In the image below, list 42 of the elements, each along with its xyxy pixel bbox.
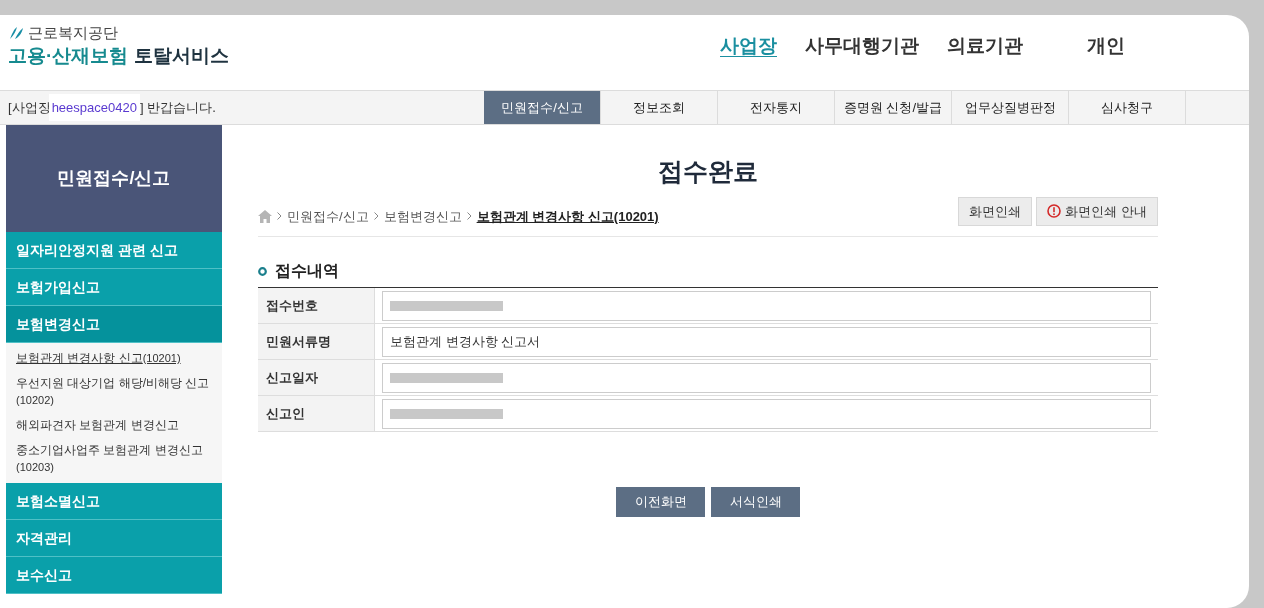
action-button[interactable]: 서식인쇄 bbox=[711, 487, 800, 517]
sidebar-subitem[interactable]: 우선지원 대상기업 해당/비해당 신고 (10202) bbox=[6, 371, 222, 413]
field-label: 신고일자 bbox=[258, 360, 375, 395]
logo-icon bbox=[8, 25, 24, 40]
print-button[interactable]: 화면인쇄 bbox=[958, 196, 1033, 226]
page-title: 접수완료 bbox=[658, 156, 758, 187]
breadcrumb-link[interactable]: 민원접수/신고 bbox=[287, 206, 369, 226]
sidebar-subitem[interactable]: 해외파견자 보험관계 변경신고 bbox=[6, 413, 222, 438]
home-icon bbox=[258, 209, 272, 223]
menu-tab[interactable]: 민원접수/신고 bbox=[484, 91, 601, 124]
menu-tab[interactable]: 업무상질병판정 bbox=[952, 91, 1069, 124]
top-nav-link[interactable]: 사업장 bbox=[720, 32, 777, 61]
top-nav-link[interactable]: 사무대행기관 bbox=[805, 32, 919, 61]
service-name: 고용·산재보험 토탈서비스 bbox=[8, 46, 230, 65]
user-id: heespace0420 bbox=[48, 93, 140, 122]
org-name: 근로복지공단 bbox=[28, 25, 118, 40]
welcome-prefix: [사업장 bbox=[8, 98, 51, 117]
menu-tab[interactable]: 정보조회 bbox=[601, 91, 718, 124]
menu-tab[interactable]: 증명원 신청/발급 bbox=[835, 91, 952, 124]
sidebar-title: 민원접수/신고 bbox=[6, 125, 222, 232]
welcome-text: ] 반갑습니다. bbox=[139, 98, 216, 117]
chevron-right-icon bbox=[466, 212, 472, 221]
field-label: 접수번호 bbox=[258, 288, 375, 323]
print-button[interactable]: 화면인쇄 안내 bbox=[1036, 196, 1158, 226]
output-field: 보험관계 변경사항 신고서 bbox=[382, 326, 1151, 357]
alert-icon bbox=[1047, 204, 1062, 219]
breadcrumb-link[interactable]: 보험변경신고 bbox=[383, 206, 462, 226]
bullet-icon bbox=[258, 266, 267, 276]
chevron-right-icon bbox=[277, 212, 282, 221]
field-label: 신고인 bbox=[258, 396, 375, 431]
breadcrumb-link[interactable]: 보험관계 변경사항 신고(10201) bbox=[476, 206, 659, 226]
sidebar-subitem[interactable]: 중소기업사업주 보험관계 변경신고 (10203) bbox=[6, 438, 222, 480]
sidebar-item[interactable]: 보험변경신고 bbox=[6, 306, 222, 343]
top-nav-link[interactable]: 개인 bbox=[1087, 32, 1125, 61]
sidebar-subitem[interactable]: 보험관계 변경사항 신고(10201) bbox=[6, 346, 222, 371]
section-title: 접수내역 bbox=[275, 261, 339, 281]
chevron-right-icon bbox=[373, 212, 379, 221]
menu-tab[interactable]: 심사청구 bbox=[1069, 91, 1186, 124]
menu-tab[interactable]: 전자통지 bbox=[718, 91, 835, 124]
action-button[interactable]: 이전화면 bbox=[616, 487, 705, 517]
top-nav-link[interactable]: 의료기관 bbox=[947, 32, 1023, 61]
field-label: 민원서류명 bbox=[258, 324, 375, 359]
